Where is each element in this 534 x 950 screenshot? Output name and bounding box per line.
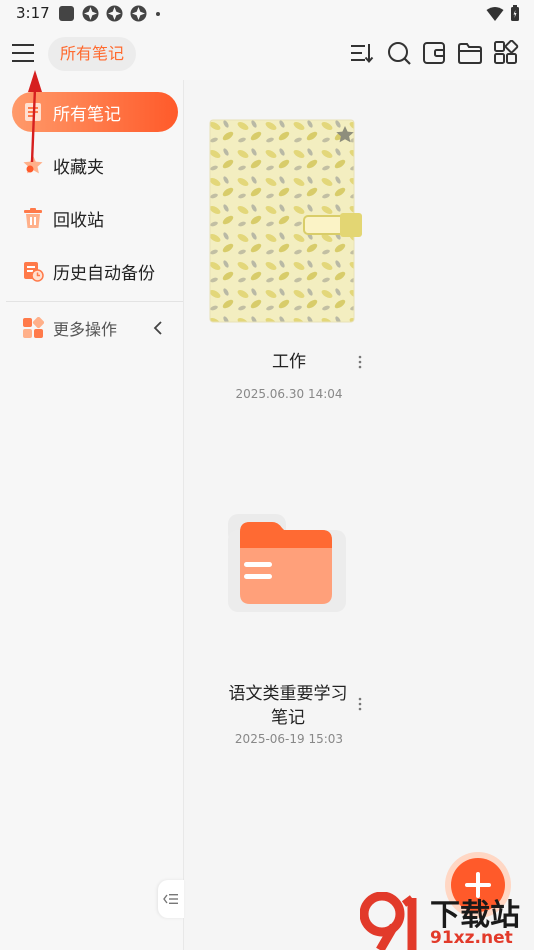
apps-grid-icon[interactable] xyxy=(493,40,519,66)
sidebar-item-recycle-bin[interactable]: 回收站 xyxy=(12,198,178,238)
search-icon[interactable] xyxy=(386,40,412,66)
status-time: 3:17 xyxy=(16,4,50,22)
folder-card-chinese-notes[interactable] xyxy=(226,512,348,614)
collapse-menu-icon xyxy=(163,894,178,904)
note-title-line: 语文类重要学习 xyxy=(228,684,348,704)
system-icons xyxy=(486,5,520,22)
sidebar: 所有笔记 收藏夹 回收站 历史自动备份 更多操作 xyxy=(0,80,184,950)
battery-icon xyxy=(511,5,519,21)
more-vert-icon[interactable] xyxy=(357,355,363,369)
sidebar-item-auto-backup[interactable]: 历史自动备份 xyxy=(12,251,178,291)
tutorial-arrow-icon xyxy=(28,70,42,163)
note-title[interactable]: 工作 xyxy=(208,350,370,374)
folder-icon[interactable] xyxy=(457,40,483,66)
more-actions-grid-icon xyxy=(23,317,44,338)
pinwheel-icon xyxy=(106,5,123,22)
note-date: 2025.06.30 14:04 xyxy=(235,387,343,401)
notification-icons xyxy=(58,5,162,22)
top-bar: 所有笔记 xyxy=(0,28,534,80)
watermark-site: 91xz.net xyxy=(430,928,513,948)
wifi-icon xyxy=(486,6,504,21)
sidebar-item-label: 所有笔记 xyxy=(53,104,121,125)
trash-icon xyxy=(24,208,42,228)
more-vert-icon[interactable] xyxy=(357,697,363,711)
note-title-line: 笔记 xyxy=(271,708,305,728)
page-title[interactable]: 所有笔记 xyxy=(48,37,137,71)
dot-icon xyxy=(156,12,160,16)
chevron-left-icon[interactable] xyxy=(152,320,164,336)
folder-icon xyxy=(228,514,346,612)
notebook-icon[interactable] xyxy=(421,40,447,66)
pinwheel-icon xyxy=(130,5,147,22)
sidebar-divider xyxy=(6,301,183,302)
sidebar-item-label: 收藏夹 xyxy=(53,157,104,178)
notebook-card-work[interactable] xyxy=(208,118,362,324)
sidebar-item-more-actions[interactable]: 更多操作 xyxy=(12,308,178,348)
note-date: 2025-06-19 15:03 xyxy=(234,732,344,746)
watermark: 下载站 91xz.net xyxy=(360,888,534,950)
watermark-logo-icon xyxy=(360,892,417,950)
note-title[interactable]: 语文类重要学习 笔记 xyxy=(220,682,356,730)
notebook-cover-icon xyxy=(209,119,362,323)
pinwheel-icon xyxy=(82,5,99,22)
menu-icon[interactable] xyxy=(10,40,36,66)
sidebar-collapse-toggle[interactable] xyxy=(158,880,184,918)
sort-icon[interactable] xyxy=(349,40,375,66)
status-bar: 3:17 xyxy=(0,0,534,28)
sidebar-item-label: 更多操作 xyxy=(53,320,118,339)
backup-history-icon xyxy=(24,262,44,282)
app-square-icon xyxy=(59,6,74,21)
sidebar-item-label: 回收站 xyxy=(53,210,104,231)
sidebar-item-label: 历史自动备份 xyxy=(53,263,155,284)
